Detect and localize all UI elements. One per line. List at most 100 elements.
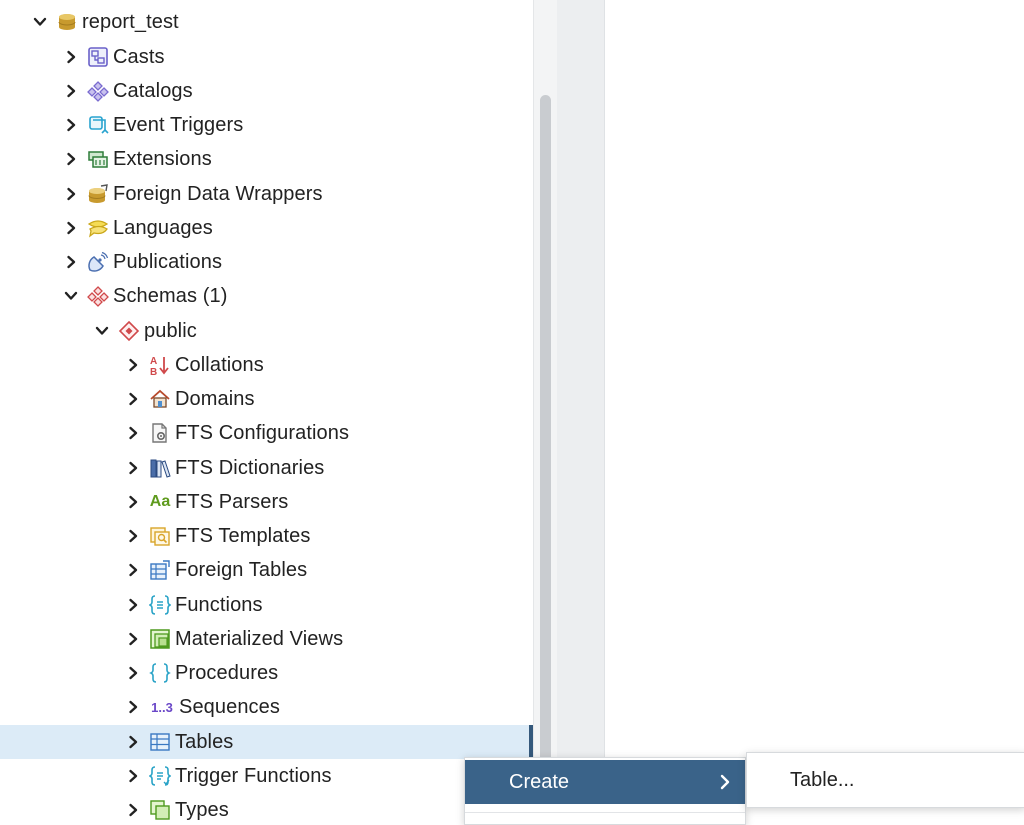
publications-icon [86, 250, 110, 274]
tree-node-tables[interactable]: Tables [0, 725, 533, 759]
tree-node-fts-configurations[interactable]: FTS Configurations [0, 416, 533, 450]
catalogs-icon [86, 79, 110, 103]
tree-node-label: Schemas (1) [113, 284, 228, 307]
tree-node-casts[interactable]: Casts [0, 40, 533, 74]
chevron-right-icon[interactable] [124, 390, 142, 408]
schema-icon [117, 319, 141, 343]
tree-node-label: Functions [175, 593, 263, 616]
schemas-icon [86, 284, 110, 308]
foreign-tables-icon [148, 558, 172, 582]
panel-splitter[interactable] [557, 0, 605, 825]
event-triggers-icon [86, 113, 110, 137]
tree-node-label: Types [175, 798, 229, 821]
tree-node-collations[interactable]: AB Collations [0, 348, 533, 382]
main-content-area [605, 0, 1024, 825]
chevron-down-icon[interactable] [93, 322, 111, 340]
chevron-right-icon[interactable] [124, 561, 142, 579]
collations-icon: AB [148, 353, 172, 377]
tables-icon [148, 730, 172, 754]
svg-text:B: B [150, 367, 157, 376]
tree-node-sequences[interactable]: 1..3 Sequences [0, 690, 533, 724]
chevron-right-icon[interactable] [62, 116, 80, 134]
svg-text:A: A [150, 356, 157, 367]
chevron-right-icon[interactable] [62, 219, 80, 237]
tree-node-label: FTS Parsers [175, 490, 289, 513]
types-icon [148, 798, 172, 822]
chevron-right-icon[interactable] [124, 459, 142, 477]
tree-node-label: Foreign Data Wrappers [113, 182, 323, 205]
chevron-right-icon[interactable] [62, 150, 80, 168]
domains-icon [148, 387, 172, 411]
tree-node-foreign-data-wrappers[interactable]: Foreign Data Wrappers [0, 177, 533, 211]
chevron-right-icon[interactable] [124, 356, 142, 374]
foreign-data-wrappers-icon [86, 182, 110, 206]
tree-node-extensions[interactable]: Extensions [0, 142, 533, 176]
tree-node-database[interactable]: report_test [0, 5, 533, 39]
chevron-right-icon[interactable] [124, 733, 142, 751]
tree-node-functions[interactable]: Functions [0, 588, 533, 622]
tree-node-label: report_test [82, 10, 179, 33]
tree-node-label: Domains [175, 387, 255, 410]
tree-node-event-triggers[interactable]: Event Triggers [0, 108, 533, 142]
tree-node-types[interactable]: Types [0, 793, 533, 825]
tree-node-fts-templates[interactable]: FTS Templates [0, 519, 533, 553]
tree-node-label: Casts [113, 45, 165, 68]
chevron-right-icon[interactable] [124, 664, 142, 682]
tree-node-catalogs[interactable]: Catalogs [0, 74, 533, 108]
chevron-right-icon[interactable] [124, 596, 142, 614]
chevron-down-icon[interactable] [62, 287, 80, 305]
tree-node-label: FTS Configurations [175, 421, 350, 444]
tree-node-schema-public[interactable]: public [0, 314, 533, 348]
tree-node-label: Collations [175, 353, 264, 376]
tree-node-label: Materialized Views [175, 627, 344, 650]
database-icon [55, 10, 79, 34]
fts-dictionaries-icon [148, 456, 172, 480]
tree-scrollbar-thumb[interactable] [540, 95, 551, 825]
chevron-right-icon[interactable] [124, 630, 142, 648]
tree-node-label: Catalogs [113, 79, 193, 102]
chevron-right-icon[interactable] [124, 493, 142, 511]
tree-node-procedures[interactable]: Procedures [0, 656, 533, 690]
tree-node-schemas[interactable]: Schemas (1) [0, 279, 533, 313]
chevron-right-icon[interactable] [124, 527, 142, 545]
chevron-right-icon[interactable] [124, 698, 142, 716]
trigger-functions-icon [148, 764, 172, 788]
tree-node-foreign-tables[interactable]: Foreign Tables [0, 553, 533, 587]
fts-templates-icon [148, 524, 172, 548]
chevron-right-icon[interactable] [62, 253, 80, 271]
tree-node-label: FTS Templates [175, 524, 311, 547]
tree-node-materialized-views[interactable]: Materialized Views [0, 622, 533, 656]
context-menu-item-label: Create [509, 770, 570, 793]
tree-node-domains[interactable]: Domains [0, 382, 533, 416]
tree-node-label: Procedures [175, 661, 279, 684]
tree-node-label: Publications [113, 250, 223, 273]
context-menu-item-create[interactable]: Create [465, 760, 745, 804]
tree-node-languages[interactable]: Languages [0, 211, 533, 245]
chevron-right-icon[interactable] [62, 185, 80, 203]
tree-node-label: Trigger Functions [175, 764, 332, 787]
procedures-icon [148, 661, 172, 685]
chevron-right-icon[interactable] [62, 82, 80, 100]
chevron-right-icon[interactable] [124, 801, 142, 819]
tree-node-label: public [144, 319, 197, 342]
menu-divider [465, 812, 745, 813]
tree-node-trigger-functions[interactable]: Trigger Functions [0, 759, 533, 793]
chevron-down-icon[interactable] [31, 13, 49, 31]
chevron-right-icon[interactable] [124, 424, 142, 442]
context-submenu: Table... [746, 752, 1024, 808]
chevron-right-icon[interactable] [62, 48, 80, 66]
tree-node-label: Languages [113, 216, 213, 239]
submenu-item-table[interactable]: Table... [790, 769, 854, 792]
fts-configurations-icon [148, 421, 172, 445]
fts-parsers-icon: Aa [149, 493, 171, 510]
object-browser-tree: report_test Casts Catalogs Event Trigger… [0, 0, 533, 825]
tree-node-label: Foreign Tables [175, 558, 308, 581]
tree-node-fts-parsers[interactable]: Aa FTS Parsers [0, 485, 533, 519]
languages-icon [86, 216, 110, 240]
chevron-right-icon[interactable] [124, 767, 142, 785]
tree-node-publications[interactable]: Publications [0, 245, 533, 279]
tree-node-fts-dictionaries[interactable]: FTS Dictionaries [0, 451, 533, 485]
chevron-right-icon [717, 773, 733, 791]
materialized-views-icon [148, 627, 172, 651]
tree-node-label: Sequences [179, 695, 280, 718]
